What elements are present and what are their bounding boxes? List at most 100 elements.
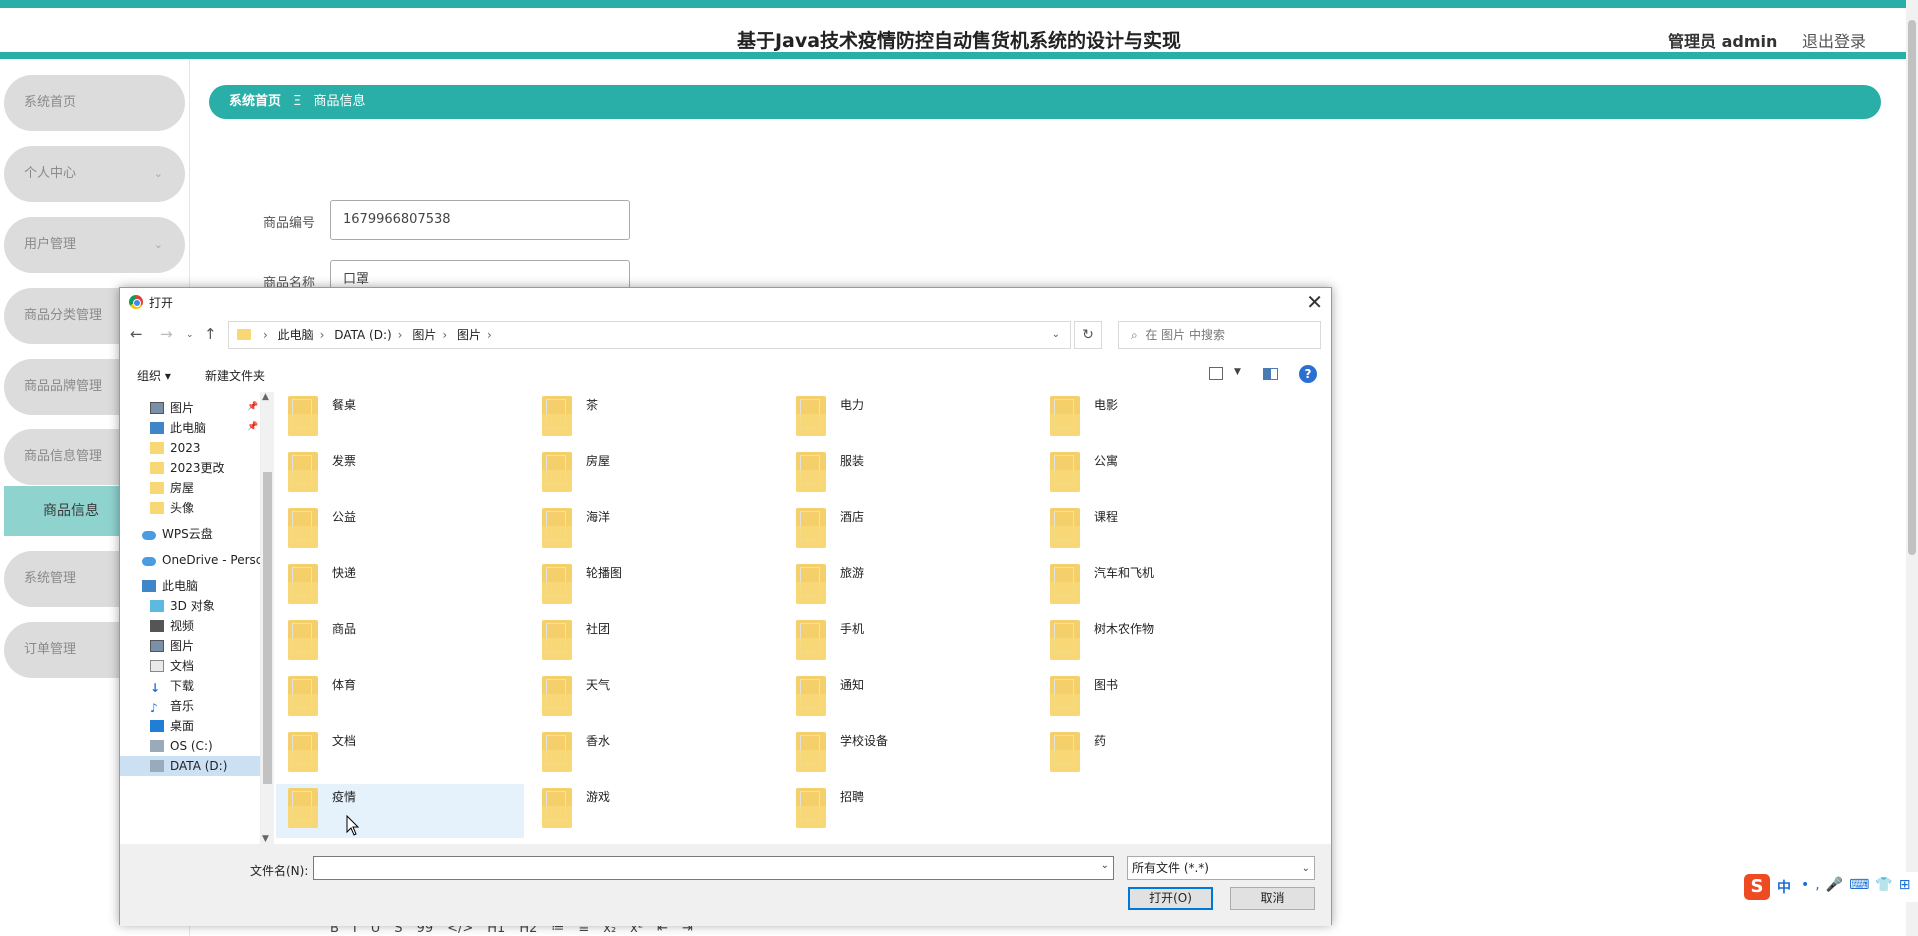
logout-link[interactable]: 退出登录 <box>1802 28 1866 52</box>
tree-item-documents[interactable]: 文档 <box>150 656 194 676</box>
back-arrow-icon[interactable]: ← <box>130 325 143 343</box>
folder-name: 房屋 <box>586 454 611 468</box>
folder-item[interactable]: 快递 <box>276 560 524 614</box>
page-scrollbar[interactable] <box>1906 0 1918 936</box>
scrollbar-thumb[interactable] <box>263 472 272 784</box>
scroll-down-icon[interactable]: ▼ <box>262 834 269 844</box>
cancel-button[interactable]: 取消 <box>1230 887 1315 910</box>
tree-item-data-d[interactable]: DATA (D:) <box>120 756 260 776</box>
address-bar[interactable]: › 此电脑 › DATA (D:) › 图片 › 图片 › ⌄ <box>228 321 1071 349</box>
folder-item[interactable]: 酒店 <box>784 504 1032 558</box>
folder-item[interactable]: 电力 <box>784 392 1032 446</box>
tree-item-music[interactable]: ♪ 音乐 <box>150 696 194 716</box>
address-crumb[interactable]: 图片 <box>457 328 481 342</box>
close-icon[interactable]: ✕ <box>1306 290 1323 314</box>
recent-locations-icon[interactable]: ⌄ <box>186 330 194 340</box>
chevron-down-icon[interactable]: ⌄ <box>1052 322 1060 348</box>
folder-item[interactable]: 体育 <box>276 672 524 726</box>
tree-item-label: DATA (D:) <box>170 759 228 773</box>
tree-item-desktop[interactable]: 桌面 <box>150 716 194 736</box>
folder-name: 天气 <box>586 678 611 692</box>
folder-item[interactable]: 香水 <box>530 728 778 782</box>
tree-item-videos[interactable]: 视频 <box>150 616 194 636</box>
tree-item-house[interactable]: 房屋 <box>150 478 194 498</box>
folder-item[interactable]: 服装 <box>784 448 1032 502</box>
folder-item[interactable]: 药 <box>1038 728 1286 782</box>
tree-item-downloads[interactable]: ↓ 下载 <box>150 676 194 696</box>
sidebar-item-label: 系统管理 <box>24 571 77 586</box>
new-folder-button[interactable]: 新建文件夹 <box>205 367 265 384</box>
folder-item[interactable]: 旅游 <box>784 560 1032 614</box>
tree-item-avatar[interactable]: 头像 <box>150 498 194 518</box>
folder-item[interactable]: 天气 <box>530 672 778 726</box>
computer-icon <box>150 422 164 434</box>
folder-item[interactable]: 茶 <box>530 392 778 446</box>
folder-icon <box>542 620 572 660</box>
address-crumb[interactable]: 图片 <box>412 328 436 342</box>
sidebar-item-user-management[interactable]: 用户管理 ⌄ <box>4 217 185 273</box>
folder-item[interactable]: 商品 <box>276 616 524 670</box>
organize-menu[interactable]: 组织 ▾ <box>137 367 171 384</box>
navigation-scrollbar[interactable]: ▲ ▼ <box>261 392 274 844</box>
folder-item[interactable]: 公益 <box>276 504 524 558</box>
chevron-down-icon[interactable]: ▼ <box>1234 367 1241 377</box>
dialog-toolbar: 组织 ▾ 新建文件夹 ▼ ? <box>120 358 1331 392</box>
folder-item[interactable]: 海洋 <box>530 504 778 558</box>
folder-item[interactable]: 汽车和飞机 <box>1038 560 1286 614</box>
sidebar-item-home[interactable]: 系统首页 <box>4 75 185 131</box>
tree-item-pictures[interactable]: 图片 <box>150 636 194 656</box>
folder-item[interactable]: 房屋 <box>530 448 778 502</box>
tree-item-wps-cloud[interactable]: WPS云盘 <box>142 524 213 544</box>
address-crumb[interactable]: DATA (D:) <box>334 328 391 342</box>
folder-item[interactable]: 树木农作物 <box>1038 616 1286 670</box>
tree-item-this-pc-quick[interactable]: 此电脑 <box>150 418 206 438</box>
folder-item[interactable]: 电影 <box>1038 392 1286 446</box>
tree-item-onedrive[interactable]: OneDrive - Persc <box>142 550 260 570</box>
folder-item[interactable]: 轮播图 <box>530 560 778 614</box>
folder-item[interactable]: 游戏 <box>530 784 778 838</box>
tree-item-2023[interactable]: 2023 <box>150 438 201 458</box>
tree-item-pictures-quick[interactable]: 图片 <box>150 398 194 418</box>
tree-item-this-pc[interactable]: 此电脑 <box>142 576 198 596</box>
folder-item-selected[interactable]: 疫情 <box>276 784 524 838</box>
search-input[interactable]: ⌕ 在 图片 中搜索 <box>1118 321 1321 349</box>
breadcrumb-current: 商品信息 <box>313 94 366 109</box>
scrollbar-thumb[interactable] <box>1908 20 1916 555</box>
view-options-icon[interactable] <box>1209 367 1223 380</box>
ime-tools-icon[interactable]: •,🎤⌨👕⊞ <box>1801 877 1917 893</box>
chevron-down-icon: ⌄ <box>153 238 163 251</box>
folder-item[interactable]: 图书 <box>1038 672 1286 726</box>
folder-item[interactable]: 社团 <box>530 616 778 670</box>
refresh-icon[interactable]: ↻ <box>1074 321 1102 349</box>
help-icon[interactable]: ? <box>1299 365 1317 383</box>
folder-item[interactable]: 学校设备 <box>784 728 1032 782</box>
folder-icon <box>796 788 826 828</box>
preview-pane-icon[interactable] <box>1263 368 1278 380</box>
breadcrumb-home-link[interactable]: 系统首页 <box>229 94 281 109</box>
folder-item[interactable]: 发票 <box>276 448 524 502</box>
ime-mode-indicator[interactable]: 中 <box>1777 877 1791 897</box>
folder-item[interactable]: 通知 <box>784 672 1032 726</box>
folder-icon <box>542 452 572 492</box>
sogou-logo-icon[interactable]: S <box>1744 874 1770 900</box>
sidebar-item-personal-center[interactable]: 个人中心 ⌄ <box>4 146 185 202</box>
folder-item[interactable]: 手机 <box>784 616 1032 670</box>
folder-item[interactable]: 公寓 <box>1038 448 1286 502</box>
address-crumb[interactable]: 此电脑 <box>278 328 314 342</box>
tree-item-3d-objects[interactable]: 3D 对象 <box>150 596 215 616</box>
forward-arrow-icon[interactable]: → <box>160 325 173 343</box>
open-button[interactable]: 打开(O) <box>1128 887 1213 910</box>
tree-item-label: 头像 <box>170 501 195 515</box>
tree-item-2023-changed[interactable]: 2023更改 <box>150 458 225 478</box>
product-code-input[interactable]: 1679966807538 <box>330 200 630 240</box>
folder-item[interactable]: 课程 <box>1038 504 1286 558</box>
folder-item[interactable]: 文档 <box>276 728 524 782</box>
filetype-select[interactable]: 所有文件 (*.*) ⌄ <box>1127 856 1315 880</box>
folder-item[interactable]: 餐桌 <box>276 392 524 446</box>
filename-input[interactable]: ⌄ <box>313 856 1114 880</box>
scroll-up-icon[interactable]: ▲ <box>262 392 269 402</box>
up-arrow-icon[interactable]: ↑ <box>204 325 217 343</box>
folder-item[interactable]: 招聘 <box>784 784 1032 838</box>
chevron-down-icon[interactable]: ⌄ <box>1101 860 1109 871</box>
tree-item-os-c[interactable]: OS (C:) <box>150 736 213 756</box>
